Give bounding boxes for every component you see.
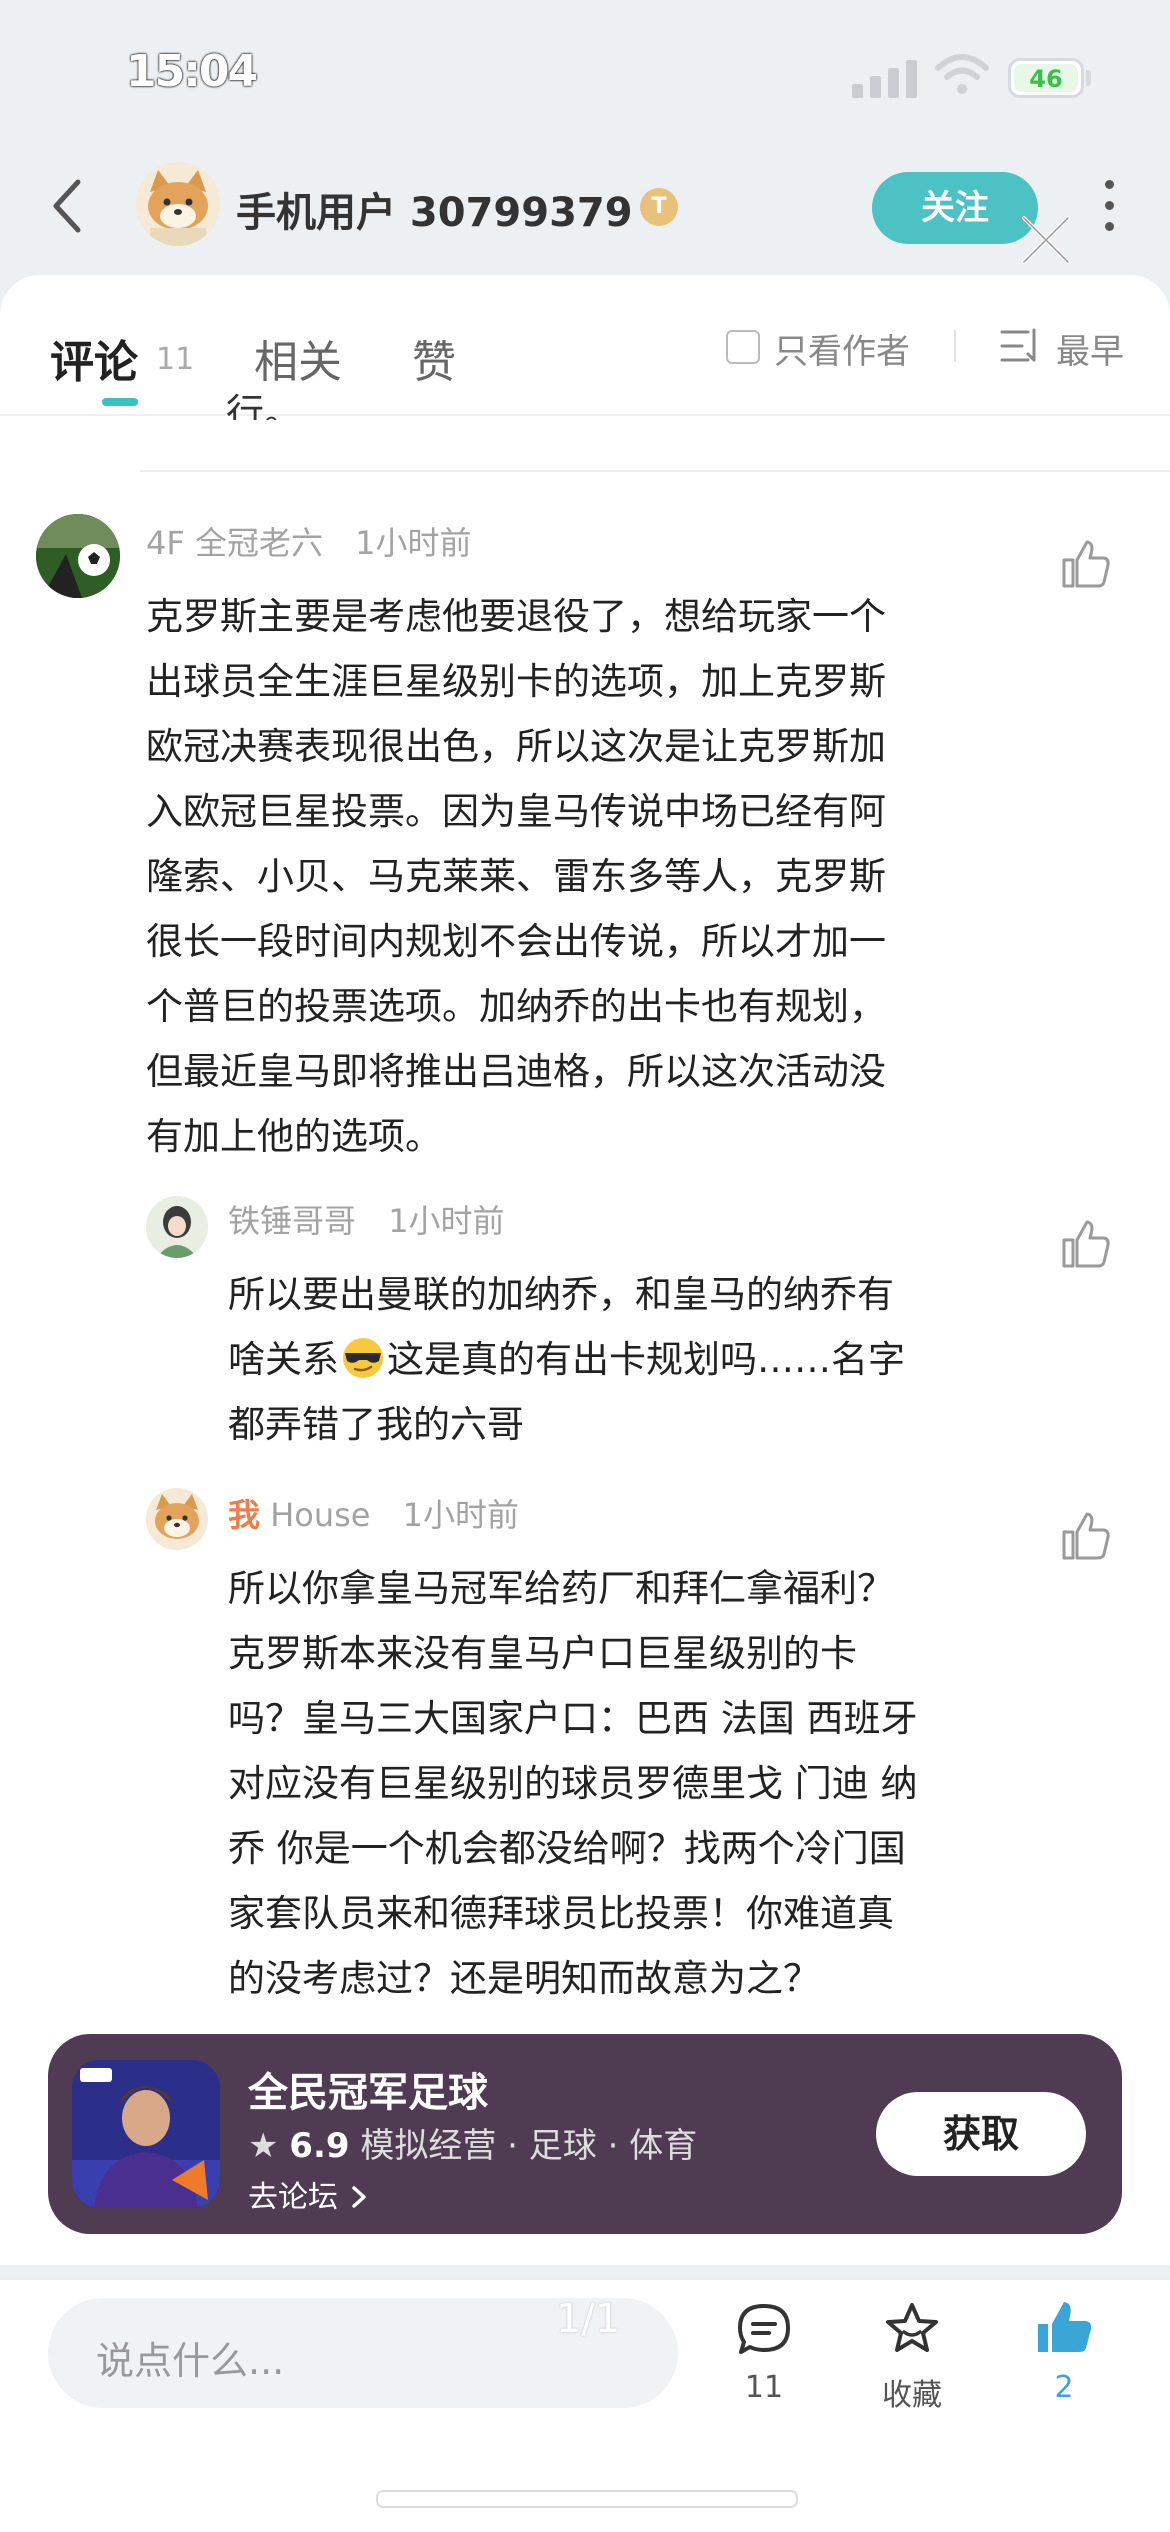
chevron-right-icon (351, 2186, 366, 2208)
like-count[interactable]: 2 (1009, 2370, 1119, 2405)
user-avatar[interactable] (136, 162, 220, 246)
reply-body: 所以要出曼联的加纳乔，和皇马的纳乔有 啥关系 这是真的有出卡规划吗……名字 都弄… (228, 1262, 1048, 1457)
reply-avatar[interactable] (146, 1196, 208, 1258)
only-author-label[interactable]: 只看作者 (774, 324, 910, 373)
thumbs-up-icon[interactable] (1060, 1218, 1112, 1270)
anime-avatar-icon (146, 1196, 208, 1258)
reply-line: 所以你拿皇马冠军给药厂和拜仁拿福利？ (228, 1567, 894, 1610)
app-rating-row: ★ 6.9 模拟经营 · 足球 · 体育 (248, 2118, 697, 2167)
go-forum-link[interactable]: 去论坛 (248, 2172, 370, 2216)
reply-line: 的没考虑过？还是明知而故意为之？ (228, 1957, 820, 2000)
comment-time: 1小时前 (355, 524, 472, 562)
me-tag: 我 (228, 1496, 261, 1534)
sort-label[interactable]: 最早 (1056, 324, 1124, 373)
reply-line: 对应没有巨星级别的球员罗德里戈 门迪 纳 (228, 1762, 918, 1805)
reply-line: 所以要出曼联的加纳乔，和皇马的纳乔有 (228, 1273, 894, 1316)
shiba-avatar-icon (146, 1488, 208, 1550)
profile-name[interactable]: 手机用户 30799379 (236, 180, 633, 238)
favorite-label[interactable]: 收藏 (857, 2370, 967, 2414)
reply-line: 乔 你是一个机会都没给啊？找两个冷门国 (228, 1827, 906, 1870)
comment-count[interactable]: 11 (709, 2370, 819, 2405)
commenter-avatar[interactable] (36, 514, 120, 598)
comment-icon[interactable] (734, 2300, 794, 2360)
home-indicator[interactable] (376, 2490, 798, 2508)
reply-line: 吗？皇马三大国家户口：巴西 法国 西班牙 (228, 1697, 918, 1740)
active-tab-indicator (102, 398, 138, 406)
comment-line: 出球员全生涯巨星级别卡的选项，加上克罗斯 (146, 660, 886, 703)
comment-line: 欧冠决赛表现很出色，所以这次是让克罗斯加 (146, 725, 886, 768)
only-author-checkbox[interactable] (726, 330, 760, 364)
reply-avatar[interactable] (146, 1488, 208, 1550)
favorite-star-icon[interactable] (882, 2300, 942, 2360)
battery-level: 46 (1029, 65, 1063, 93)
comment-line: 入欧冠巨星投票。因为皇马传说中场已经有阿 (146, 790, 886, 833)
tab-divider (0, 414, 1170, 416)
reply-line-part: 这是真的有出卡规划吗……名字 (387, 1338, 905, 1381)
floor-number: 4F (146, 524, 185, 562)
comment-line: 个普巨的投票选项。加纳乔的出卡也有规划， (146, 985, 886, 1028)
app-rating: 6.9 (289, 2126, 350, 2166)
cellular-signal-icon (852, 58, 918, 98)
tab-related[interactable]: 相关 (254, 326, 342, 390)
reply-body: 所以你拿皇马冠军给药厂和拜仁拿福利？ 克罗斯本来没有皇马户口巨星级别的卡 吗？皇… (228, 1556, 1058, 2011)
comment-line: 很长一段时间内规划不会出传说，所以才加一 (146, 920, 886, 963)
comment-line: 有加上他的选项。 (146, 1115, 442, 1158)
football-avatar-icon (36, 514, 120, 598)
comment-meta: 4F 全冠老六 1小时前 (146, 518, 472, 564)
reply-line-part: 啥关系 (228, 1338, 339, 1381)
sunglasses-emoji-icon (343, 1338, 383, 1378)
comment-line: 克罗斯主要是考虑他要退役了，想给玩家一个 (146, 595, 886, 638)
previous-comment-tail: 行。 (226, 391, 303, 420)
comment-line: 但最近皇马即将推出吕迪格，所以这次活动没 (146, 1050, 886, 1093)
tab-comments-count: 11 (156, 342, 195, 377)
reply-meta: 我 House 1小时前 (228, 1490, 519, 1536)
comment-input-placeholder[interactable]: 说点什么... (96, 2330, 284, 2385)
back-arrow-icon[interactable] (44, 176, 94, 236)
follow-button[interactable]: 关注 (872, 172, 1038, 244)
reply-line: 克罗斯本来没有皇马户口巨星级别的卡 (228, 1632, 857, 1675)
tab-likes[interactable]: 赞 (412, 326, 456, 390)
app-tags: 模拟经营 · 足球 · 体育 (360, 2126, 698, 2166)
status-time: 15:04 (126, 46, 258, 97)
reply-line: 家套队员来和德拜球员比投票！你难道真 (228, 1892, 894, 1935)
reply-meta: 铁锤哥哥 1小时前 (228, 1196, 505, 1242)
like-filled-icon[interactable] (1034, 2298, 1094, 2358)
app-name[interactable]: 全民冠军足球 (248, 2060, 488, 2118)
thumbs-up-icon[interactable] (1060, 1510, 1112, 1562)
sort-icon[interactable] (1000, 328, 1038, 364)
comment-author[interactable]: 全冠老六 (195, 524, 323, 562)
comment-line: 隆索、小贝、马克莱莱、雷东多等人，克罗斯 (146, 855, 886, 898)
filter-divider (954, 330, 956, 362)
battery-icon: 46 (1008, 58, 1084, 98)
reply-time: 1小时前 (388, 1202, 505, 1240)
star-icon: ★ (248, 2126, 279, 2166)
battery-tip (1086, 70, 1091, 86)
level-badge: T (640, 188, 678, 226)
reply-line: 啥关系 这是真的有出卡规划吗……名字 (228, 1327, 1048, 1392)
close-icon[interactable] (1018, 212, 1074, 268)
footballer-app-icon (72, 2060, 220, 2208)
shiba-avatar-icon (136, 162, 220, 246)
get-app-button[interactable]: 获取 (876, 2092, 1086, 2176)
reply-time: 1小时前 (402, 1496, 520, 1534)
comment-divider (140, 470, 1170, 472)
go-forum-label[interactable]: 去论坛 (248, 2180, 338, 2215)
more-menu-icon[interactable] (1096, 180, 1122, 240)
app-icon[interactable] (72, 2060, 220, 2208)
reply-line: 都弄错了我的六哥 (228, 1403, 524, 1446)
reply-author[interactable]: 铁锤哥哥 (228, 1202, 356, 1240)
thumbs-up-icon[interactable] (1060, 538, 1112, 590)
wifi-icon (935, 54, 989, 94)
reply-author[interactable]: House (270, 1496, 370, 1534)
comment-body: 克罗斯主要是考虑他要退役了，想给玩家一个 出球员全生涯巨星级别卡的选项，加上克罗… (146, 584, 1046, 1169)
page-indicator: 1/1 (556, 2296, 621, 2342)
tab-comments[interactable]: 评论 (50, 326, 138, 390)
